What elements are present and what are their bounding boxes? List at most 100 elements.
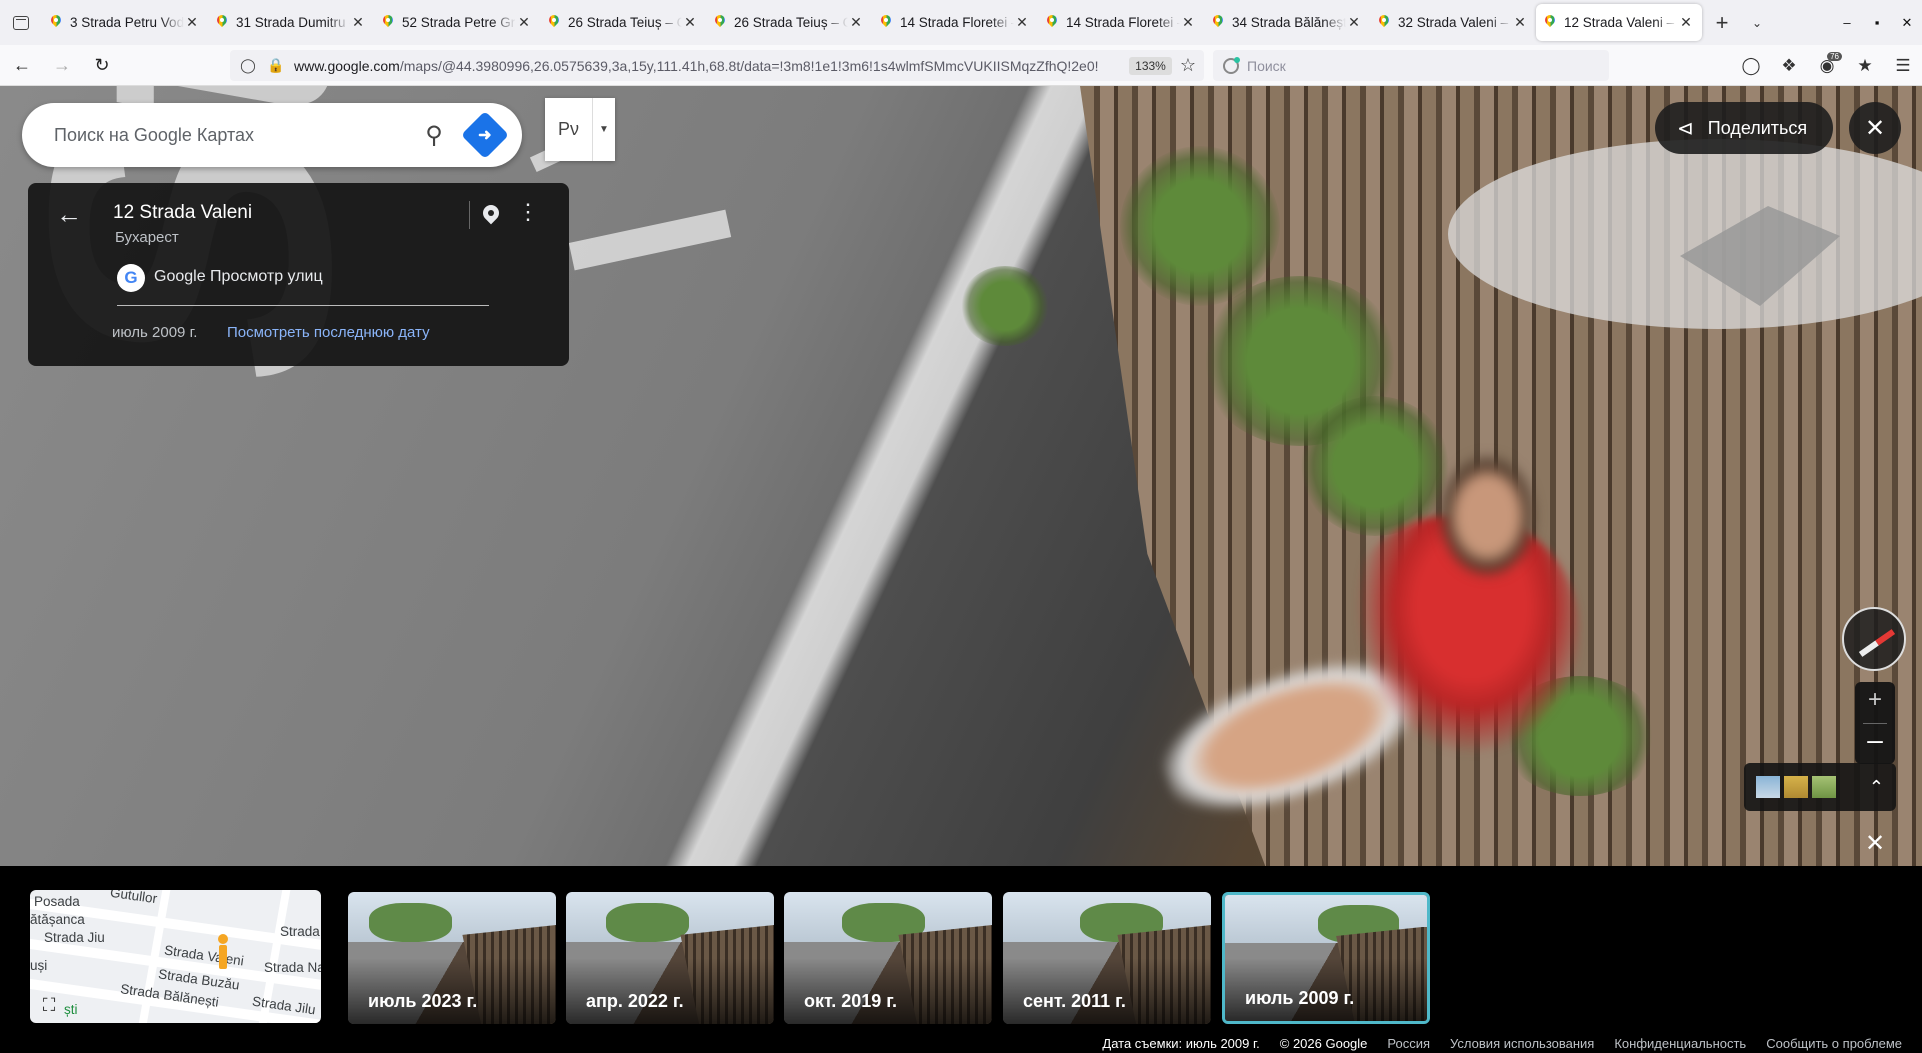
browser-tab[interactable]: 12 Strada Valeni – Google Карты✕	[1536, 4, 1702, 41]
view-latest-link[interactable]: Посмотреть последнюю дату	[227, 324, 430, 341]
close-tab-icon[interactable]: ✕	[350, 14, 366, 31]
browser-tab[interactable]: 32 Strada Valeni – Google Карты✕	[1370, 4, 1536, 41]
imagery-swatch	[1756, 776, 1780, 798]
ublock-icon[interactable]: ◉ 76	[1808, 51, 1846, 76]
maps-search-box[interactable]: Поиск на Google Картах ⚲ ➜	[22, 103, 522, 167]
map-pin-icon[interactable]	[482, 205, 500, 227]
fullscreen-icon[interactable]: ⛶	[37, 995, 61, 1019]
street-view-panorama[interactable]: Strad Поиск на Google Картах ⚲ ➜ Рν ▼ ← …	[0, 86, 1922, 866]
capture-date: июль 2009 г.	[112, 324, 198, 341]
tab-title: 14 Strada Floretei – Google Карты	[900, 15, 1014, 30]
map-label: Posada	[34, 894, 80, 909]
shield-icon: ◯	[240, 57, 256, 73]
imagery-toggle[interactable]: ⌃	[1744, 763, 1896, 811]
timeline-date-label: окт. 2019 г.	[804, 991, 897, 1011]
country-link[interactable]: Россия	[1387, 1036, 1430, 1051]
compass-needle-north	[1875, 629, 1896, 646]
more-vert-icon[interactable]: ⋮	[517, 199, 539, 225]
menu-icon[interactable]: ☰	[1884, 56, 1922, 76]
timeline-thumbnail[interactable]: сент. 2011 г.	[1003, 892, 1211, 1024]
share-label: Поделиться	[1707, 117, 1808, 138]
extension-icon[interactable]: ★	[1846, 56, 1884, 76]
browser-tab[interactable]: 34 Strada Bălănești – Google Карты✕	[1204, 4, 1370, 41]
google-maps-favicon-icon	[50, 15, 62, 31]
url-bar[interactable]: ◯ 🔒 www.google.com/maps/@44.3980996,26.0…	[230, 50, 1204, 81]
bookmark-star-icon[interactable]: ☆	[1180, 55, 1196, 76]
browser-tab[interactable]: 14 Strada Floretei – Google Карты✕	[1038, 4, 1204, 41]
layer-dropdown[interactable]: Рν ▼	[545, 98, 615, 161]
forward-button[interactable]: →	[44, 47, 80, 83]
search-bar[interactable]: Поиск	[1213, 50, 1609, 81]
browser-tab[interactable]: 31 Strada Dumitru – Google Карты✕	[208, 4, 374, 41]
firefox-view-button[interactable]	[0, 0, 42, 45]
maximize-button[interactable]: ▪	[1862, 15, 1892, 30]
close-tab-icon[interactable]: ✕	[1346, 14, 1362, 31]
copyright: © 2026 Google	[1279, 1036, 1368, 1051]
lock-icon: 🔒	[267, 57, 285, 73]
google-logo-icon: G	[117, 264, 145, 292]
close-timeline-button[interactable]: ✕	[1859, 827, 1891, 859]
close-street-view-button[interactable]: ✕	[1849, 102, 1901, 154]
back-button[interactable]: ←	[4, 47, 40, 83]
timeline-thumbnail[interactable]: апр. 2022 г.	[566, 892, 774, 1024]
timeline-strip: Posada Gutullor ătășanca Strada Strada J…	[0, 866, 1922, 1053]
browser-tab[interactable]: 3 Strada Petru Vodă – Google Карты✕	[42, 4, 208, 41]
expand-up-icon[interactable]: ⌃	[1869, 777, 1884, 798]
tab-list-dropdown[interactable]: ⌄	[1742, 16, 1772, 30]
google-maps-favicon-icon	[880, 15, 892, 31]
extensions-icon[interactable]: ❖	[1770, 56, 1808, 76]
google-maps-favicon-icon	[1378, 15, 1390, 31]
close-tab-icon[interactable]: ✕	[184, 14, 200, 31]
close-tab-icon[interactable]: ✕	[682, 14, 698, 31]
tab-title: 26 Strada Teiuș – Google Карты	[568, 15, 682, 30]
browser-tab[interactable]: 14 Strada Floretei – Google Карты✕	[872, 4, 1038, 41]
compass-button[interactable]	[1842, 607, 1906, 671]
browser-tab[interactable]: 52 Strada Petre Gri – Google Карты✕	[374, 4, 540, 41]
close-tab-icon[interactable]: ✕	[1678, 14, 1694, 31]
close-tab-icon[interactable]: ✕	[1180, 14, 1196, 31]
window-controls: – ▪ ✕	[1832, 0, 1922, 45]
maps-footer: Дата съемки: июль 2009 г. © 2026 Google …	[0, 1034, 1922, 1053]
timeline-date-label: июль 2009 г.	[1245, 988, 1355, 1008]
tab-title: 31 Strada Dumitru – Google Карты	[236, 15, 350, 30]
reload-button[interactable]: ↻	[84, 47, 120, 83]
browser-tab[interactable]: 26 Strada Teiuș – Google Карты✕	[540, 4, 706, 41]
new-tab-button[interactable]: +	[1702, 10, 1742, 36]
account-icon[interactable]: ◯	[1732, 56, 1770, 76]
map-label: ătășanca	[30, 912, 85, 927]
google-maps-favicon-icon	[548, 15, 560, 31]
maps-search-input[interactable]: Поиск на Google Картах	[54, 125, 414, 146]
share-button[interactable]: ⊲ Поделиться	[1655, 102, 1833, 154]
timeline-date-label: апр. 2022 г.	[586, 991, 684, 1011]
zoom-indicator[interactable]: 133%	[1129, 56, 1172, 75]
zoom-out-button[interactable]: –	[1855, 724, 1895, 756]
close-window-button[interactable]: ✕	[1892, 15, 1922, 31]
zoom-in-button[interactable]: +	[1855, 686, 1895, 714]
terms-link[interactable]: Условия использования	[1450, 1036, 1594, 1051]
tab-title: 3 Strada Petru Vodă – Google Карты	[70, 15, 184, 30]
directions-button[interactable]: ➜	[460, 110, 510, 160]
map-label: uși	[30, 958, 48, 973]
google-maps-favicon-icon	[1544, 15, 1556, 31]
tab-title: 32 Strada Valeni – Google Карты	[1398, 15, 1512, 30]
chevron-down-icon: ▼	[599, 124, 609, 135]
back-arrow-icon[interactable]: ←	[56, 199, 82, 230]
map-label: Strada Na	[264, 960, 321, 975]
timeline-thumbnail[interactable]: окт. 2019 г.	[784, 892, 992, 1024]
report-link[interactable]: Сообщить о проблеме	[1766, 1036, 1902, 1051]
close-tab-icon[interactable]: ✕	[1512, 14, 1528, 31]
timeline-thumbnail[interactable]: июль 2009 г.	[1222, 892, 1430, 1024]
mini-map[interactable]: Posada Gutullor ătășanca Strada Strada J…	[30, 890, 321, 1023]
search-icon[interactable]: ⚲	[414, 121, 454, 150]
privacy-link[interactable]: Конфиденциальность	[1614, 1036, 1746, 1051]
close-tab-icon[interactable]: ✕	[848, 14, 864, 31]
bush	[1120, 146, 1280, 306]
timeline-thumbnail[interactable]: июль 2023 г.	[348, 892, 556, 1024]
google-maps-favicon-icon	[382, 15, 394, 31]
timeline-date-label: сент. 2011 г.	[1023, 991, 1126, 1011]
browser-tab[interactable]: 26 Strada Teiuș – Google Карты✕	[706, 4, 872, 41]
close-tab-icon[interactable]: ✕	[516, 14, 532, 31]
close-tab-icon[interactable]: ✕	[1014, 14, 1030, 31]
lane-marking	[568, 209, 732, 271]
minimize-button[interactable]: –	[1832, 15, 1862, 30]
